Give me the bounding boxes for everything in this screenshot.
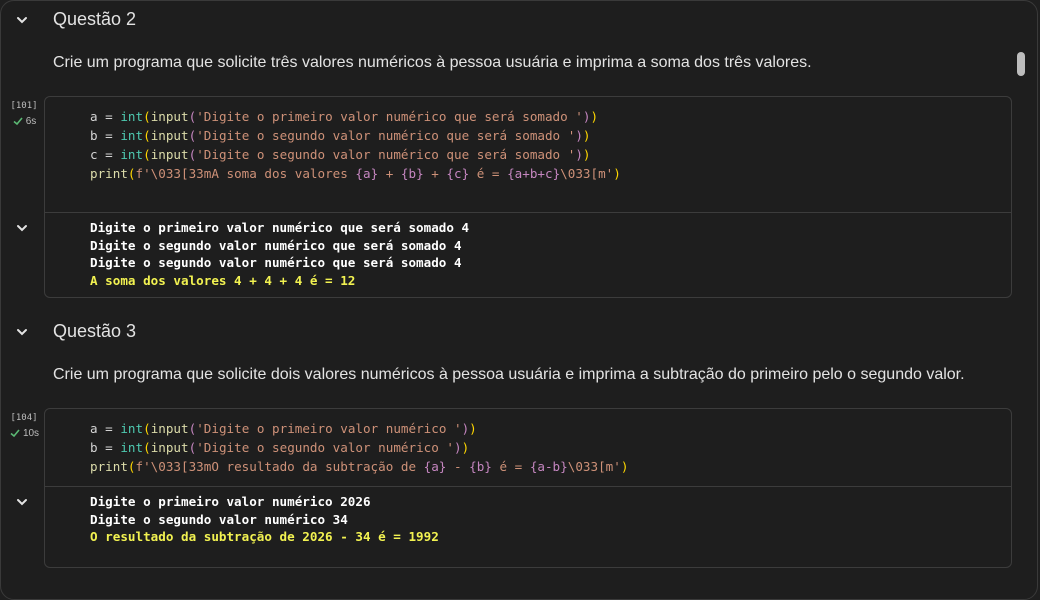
code-editor-q3[interactable]: a = int(input('Digite o primeiro valor n… [90, 419, 628, 476]
code-line: print(f'\033[33mO resultado da subtração… [90, 459, 629, 474]
section-heading-q3: Questão 3 [53, 321, 137, 341]
output-line: Digite o primeiro valor numérico 2026 [90, 494, 371, 509]
section-description-q2: Crie um programa que solicite três valor… [53, 54, 812, 71]
output-line: Digite o primeiro valor numérico que ser… [90, 220, 470, 235]
code-line: b = int(input('Digite o segundo valor nu… [90, 440, 470, 455]
collapse-section-q3-chevron-down-icon[interactable] [14, 324, 30, 340]
collapse-output-q2-chevron-down-icon[interactable] [14, 220, 30, 236]
cell-output-q3: Digite o primeiro valor numérico 2026 Dig… [90, 493, 439, 546]
section-heading-q2: Questão 2 [53, 9, 137, 29]
execution-time: 6s [25, 115, 37, 127]
code-line: print(f'\033[33mA soma dos valores {a} +… [90, 166, 621, 181]
execution-info-101: [101] 6s [6, 101, 42, 127]
output-divider [44, 486, 1012, 487]
output-line: Digite o segundo valor numérico que será… [90, 237, 462, 253]
output-line: Digite o segundo valor numérico 34 [90, 511, 348, 527]
check-icon [10, 429, 20, 438]
execution-count: [104] [10, 413, 38, 423]
collapse-output-q3-chevron-down-icon[interactable] [14, 494, 30, 510]
execution-status: 6s [6, 115, 42, 127]
execution-info-104: [104] 10s [6, 413, 42, 439]
output-result-line: O resultado da subtração de 2026 - 34 é … [90, 529, 439, 545]
code-line: a = int(input('Digite o primeiro valor n… [90, 109, 599, 124]
output-result-line: A soma dos valores 4 + 4 + 4 é = 12 [90, 273, 356, 289]
execution-time: 10s [22, 427, 40, 439]
code-editor-q2[interactable]: a = int(input('Digite o primeiro valor n… [90, 107, 621, 183]
code-line: a = int(input('Digite o primeiro valor n… [90, 421, 477, 436]
code-line: c = int(input('Digite o segundo valor nu… [90, 147, 591, 162]
collapse-section-q2-chevron-down-icon[interactable] [14, 12, 30, 28]
output-line: Digite o segundo valor numérico que será… [90, 255, 462, 271]
execution-count: [101] [10, 101, 38, 111]
code-line: b = int(input('Digite o segundo valor nu… [90, 128, 591, 143]
cell-output-q2: Digite o primeiro valor numérico que ser… [90, 219, 469, 290]
output-divider [44, 212, 1012, 213]
scrollbar-thumb[interactable] [1017, 52, 1025, 76]
section-description-q3: Crie um programa que solicite dois valor… [53, 366, 965, 383]
check-icon [13, 117, 23, 126]
execution-status: 10s [6, 427, 42, 439]
